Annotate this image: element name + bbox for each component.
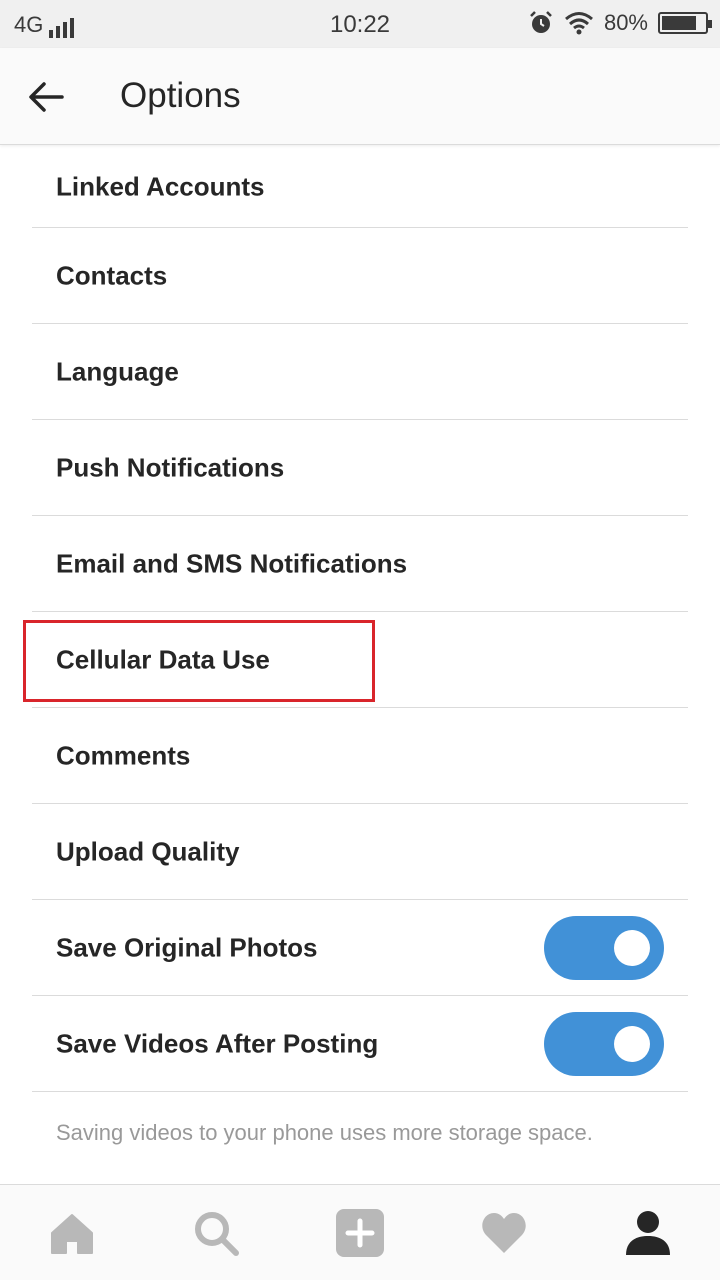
option-upload-quality[interactable]: Upload Quality [32,804,688,900]
profile-icon[interactable] [624,1209,672,1257]
toggle-knob [614,929,650,966]
save-original-photos-toggle[interactable] [544,915,664,980]
option-label: Cellular Data Use [56,644,270,674]
option-label: Language [56,356,179,386]
activity-heart-icon[interactable] [480,1209,528,1257]
option-push-notifications[interactable]: Push Notifications [32,420,688,516]
option-email-sms-notifications[interactable]: Email and SMS Notifications [32,516,688,612]
option-contacts[interactable]: Contacts [32,228,688,324]
search-icon[interactable] [192,1209,240,1257]
home-icon[interactable] [48,1209,96,1257]
option-save-videos-after-posting: Save Videos After Posting [32,996,688,1092]
battery-fill [662,16,696,30]
option-label: Save Original Photos [56,932,318,962]
option-label: Comments [56,740,191,770]
wifi-icon [564,12,593,35]
option-save-original-photos: Save Original Photos [32,900,688,996]
option-label: Upload Quality [56,836,240,866]
battery-icon [658,12,712,34]
alarm-icon [530,11,552,33]
page-title: Options [120,76,241,115]
app-header: Options [0,48,720,145]
save-videos-toggle[interactable] [544,1011,664,1076]
option-comments[interactable]: Comments [32,708,688,804]
add-post-icon[interactable] [336,1209,384,1257]
storage-footnote: Saving videos to your phone uses more st… [56,1120,593,1145]
status-bar: 4G 10:22 80% [0,0,720,48]
option-linked-accounts[interactable]: Linked Accounts [32,146,688,228]
option-label: Push Notifications [56,452,285,482]
bottom-tab-bar [0,1184,720,1280]
options-list: Linked Accounts Contacts Language Push N… [0,146,720,1092]
battery-percent: 80% [603,10,648,35]
arrow-left-icon[interactable] [24,76,70,118]
option-label: Save Videos After Posting [56,1028,379,1058]
option-label: Email and SMS Notifications [56,548,408,578]
option-language[interactable]: Language [32,324,688,420]
option-cellular-data-use[interactable]: Cellular Data Use [23,612,688,708]
option-label: Linked Accounts [56,171,265,201]
toggle-knob [614,1025,650,1062]
option-label: Contacts [56,260,168,290]
